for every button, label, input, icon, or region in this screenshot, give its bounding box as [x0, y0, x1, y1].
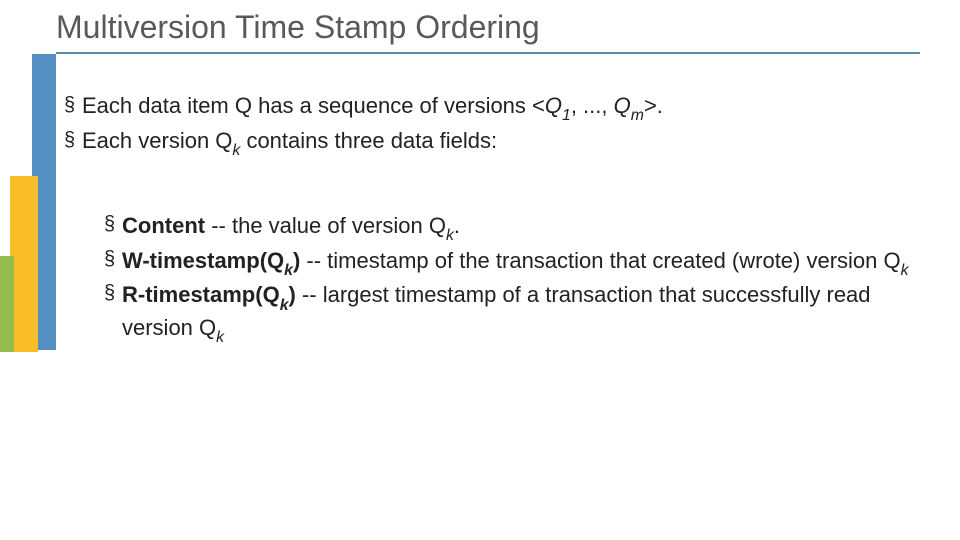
text: -- the value of version Q	[205, 213, 446, 238]
sub-1: 1	[562, 107, 571, 124]
inner-item-r-timestamp: R-timestamp(Qk) -- largest timestamp of …	[104, 281, 920, 346]
text: contains three data fields:	[240, 128, 497, 153]
text: -- timestamp of the transaction that cre…	[300, 248, 900, 273]
text: Each version Q	[82, 128, 232, 153]
text: (Q	[255, 282, 279, 307]
outer-item-2: Each version Qk contains three data fiel…	[64, 127, 920, 160]
outer-item-1: Each data item Q has a sequence of versi…	[64, 92, 920, 125]
text: W-timestamp	[122, 248, 260, 273]
var-q: Q	[614, 93, 631, 118]
sub-k: k	[446, 227, 454, 244]
text: Each data item Q has a sequence of versi…	[82, 93, 545, 118]
slide: Multiversion Time Stamp Ordering Each da…	[0, 0, 960, 540]
sub-m: m	[631, 107, 644, 124]
sub-k: k	[216, 329, 224, 346]
page-title: Multiversion Time Stamp Ordering	[56, 8, 920, 46]
inner-item-content: Content -- the value of version Qk.	[104, 212, 920, 245]
outer-list: Each data item Q has a sequence of versi…	[64, 92, 920, 160]
sub-k: k	[280, 297, 289, 314]
sub-k: k	[901, 262, 909, 279]
text: >.	[644, 93, 663, 118]
accent-bar-yellow	[10, 176, 38, 352]
text: R-timestamp	[122, 282, 255, 307]
title-rule	[56, 52, 920, 54]
label-r-timestamp: R-timestamp(Qk)	[122, 282, 296, 307]
text: .	[454, 213, 460, 238]
sub-k: k	[284, 262, 293, 279]
text: (Q	[260, 248, 284, 273]
label-w-timestamp: W-timestamp(Qk)	[122, 248, 300, 273]
label-content: Content	[122, 213, 205, 238]
accent-bar-green	[0, 256, 14, 352]
inner-list: Content -- the value of version Qk. W-ti…	[104, 212, 920, 347]
var-q: Q	[545, 93, 562, 118]
text: )	[289, 282, 296, 307]
inner-item-w-timestamp: W-timestamp(Qk) -- timestamp of the tran…	[104, 247, 920, 280]
text: , ...,	[571, 93, 614, 118]
sub-k: k	[232, 142, 240, 159]
